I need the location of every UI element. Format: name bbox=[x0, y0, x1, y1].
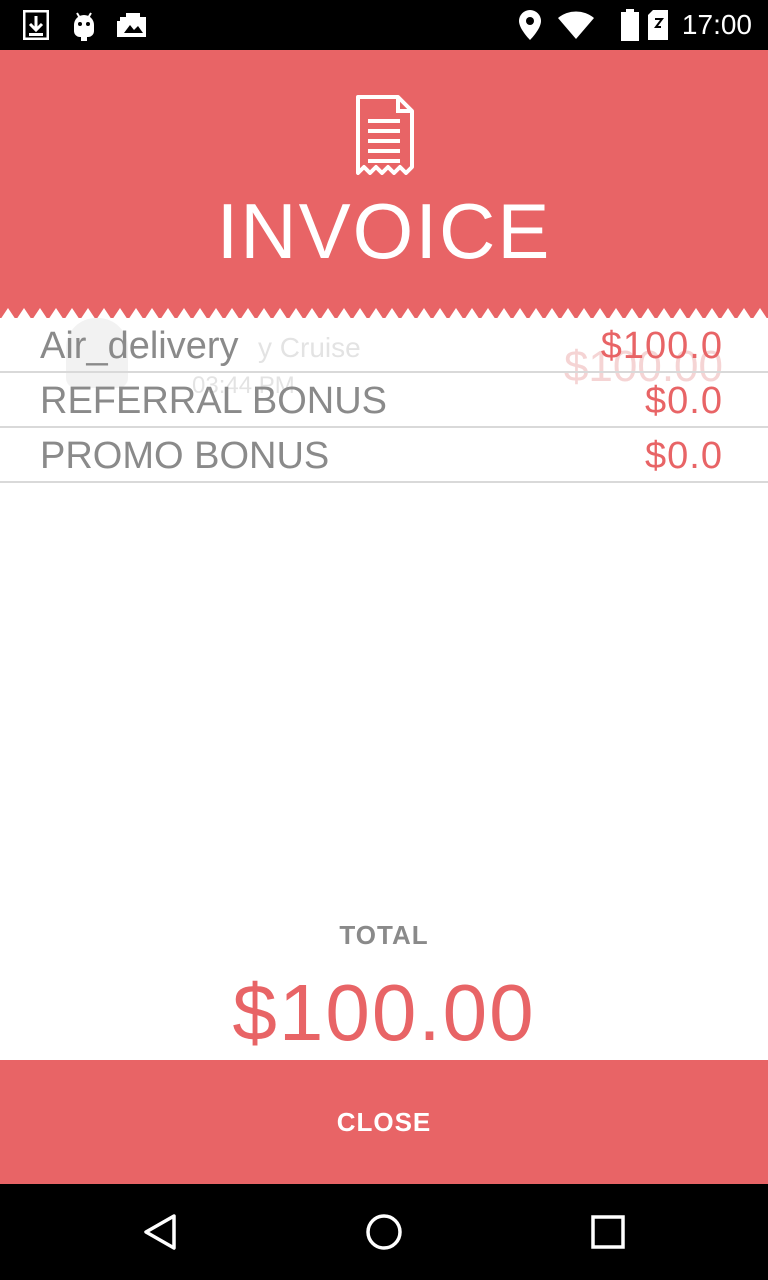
item-label: REFERRAL BONUS bbox=[40, 380, 387, 422]
photo-icon bbox=[116, 9, 148, 41]
total-label: TOTAL bbox=[339, 920, 429, 950]
invoice-items: Air_delivery $100.0 REFERRAL BONUS $0.0 … bbox=[0, 318, 768, 483]
nav-bar bbox=[0, 1184, 768, 1280]
invoice-row: REFERRAL BONUS $0.0 bbox=[0, 373, 768, 428]
wifi-icon bbox=[556, 9, 596, 41]
item-amount: $100.0 bbox=[600, 325, 723, 367]
status-bar: 17:00 bbox=[0, 0, 768, 50]
item-amount: $0.0 bbox=[645, 380, 723, 422]
android-icon bbox=[70, 9, 98, 41]
close-button-label: CLOSE bbox=[336, 1106, 432, 1137]
location-icon bbox=[516, 9, 544, 41]
home-icon[interactable] bbox=[360, 1208, 408, 1256]
recents-icon[interactable] bbox=[584, 1208, 632, 1256]
back-icon[interactable] bbox=[136, 1208, 184, 1256]
close-button[interactable]: CLOSE bbox=[0, 1060, 768, 1184]
item-amount: $0.0 bbox=[645, 435, 723, 477]
invoice-row: Air_delivery $100.0 bbox=[0, 318, 768, 373]
download-icon bbox=[22, 9, 50, 41]
invoice-row: PROMO BONUS $0.0 bbox=[0, 428, 768, 483]
item-label: PROMO BONUS bbox=[40, 435, 330, 477]
invoice-header: INVOICE bbox=[0, 50, 768, 318]
battery-icon bbox=[618, 9, 642, 41]
receipt-icon bbox=[352, 93, 416, 175]
total-value: $100.00 bbox=[232, 968, 536, 1057]
sim-icon bbox=[646, 9, 670, 41]
item-label: Air_delivery bbox=[40, 325, 239, 367]
invoice-title: INVOICE bbox=[216, 187, 552, 275]
invoice-dialog: INVOICE y Cruise 03:44 PM $100.00 Air_de… bbox=[0, 50, 768, 1184]
status-time: 17:00 bbox=[681, 9, 752, 40]
